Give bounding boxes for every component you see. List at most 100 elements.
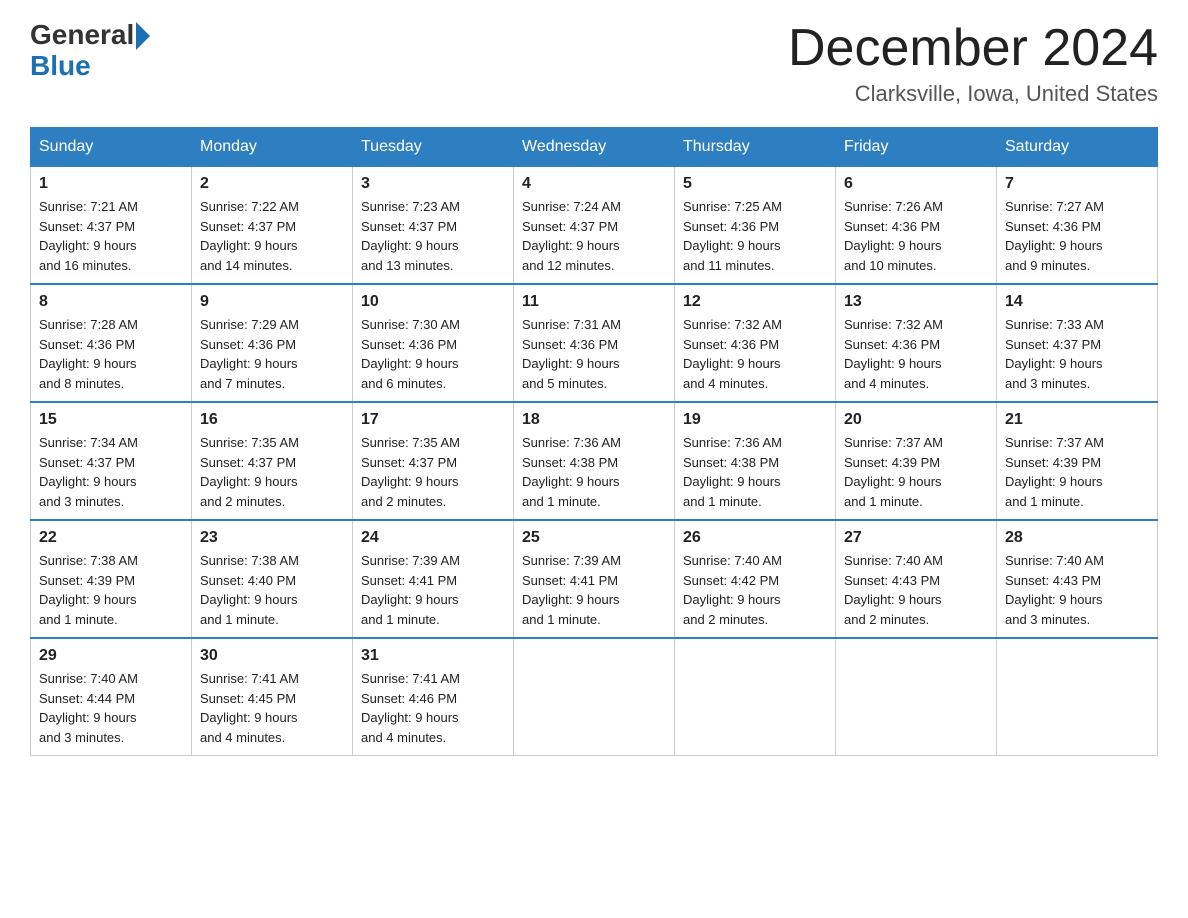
day-info: Sunrise: 7:37 AMSunset: 4:39 PMDaylight:…: [1005, 433, 1149, 511]
location-text: Clarksville, Iowa, United States: [788, 81, 1158, 107]
calendar-cell: 2 Sunrise: 7:22 AMSunset: 4:37 PMDayligh…: [192, 167, 353, 285]
col-monday: Monday: [192, 128, 353, 167]
day-info: Sunrise: 7:40 AMSunset: 4:44 PMDaylight:…: [39, 669, 183, 747]
day-number: 6: [844, 175, 988, 193]
calendar-row-2: 8 Sunrise: 7:28 AMSunset: 4:36 PMDayligh…: [31, 284, 1158, 402]
day-info: Sunrise: 7:26 AMSunset: 4:36 PMDaylight:…: [844, 197, 988, 275]
calendar-cell: 16 Sunrise: 7:35 AMSunset: 4:37 PMDaylig…: [192, 402, 353, 520]
day-number: 4: [522, 175, 666, 193]
day-info: Sunrise: 7:35 AMSunset: 4:37 PMDaylight:…: [200, 433, 344, 511]
calendar-cell: 13 Sunrise: 7:32 AMSunset: 4:36 PMDaylig…: [836, 284, 997, 402]
day-info: Sunrise: 7:24 AMSunset: 4:37 PMDaylight:…: [522, 197, 666, 275]
day-number: 22: [39, 529, 183, 547]
calendar-cell: 30 Sunrise: 7:41 AMSunset: 4:45 PMDaylig…: [192, 638, 353, 756]
day-info: Sunrise: 7:37 AMSunset: 4:39 PMDaylight:…: [844, 433, 988, 511]
calendar-cell: 22 Sunrise: 7:38 AMSunset: 4:39 PMDaylig…: [31, 520, 192, 638]
calendar-cell: 6 Sunrise: 7:26 AMSunset: 4:36 PMDayligh…: [836, 167, 997, 285]
col-saturday: Saturday: [997, 128, 1158, 167]
day-number: 11: [522, 293, 666, 311]
calendar-cell: 31 Sunrise: 7:41 AMSunset: 4:46 PMDaylig…: [353, 638, 514, 756]
day-number: 25: [522, 529, 666, 547]
day-number: 7: [1005, 175, 1149, 193]
day-number: 5: [683, 175, 827, 193]
day-info: Sunrise: 7:40 AMSunset: 4:43 PMDaylight:…: [1005, 551, 1149, 629]
day-number: 1: [39, 175, 183, 193]
logo: General Blue: [30, 20, 150, 80]
col-friday: Friday: [836, 128, 997, 167]
col-sunday: Sunday: [31, 128, 192, 167]
logo-blue-text: Blue: [30, 52, 150, 80]
calendar-cell: 24 Sunrise: 7:39 AMSunset: 4:41 PMDaylig…: [353, 520, 514, 638]
day-info: Sunrise: 7:25 AMSunset: 4:36 PMDaylight:…: [683, 197, 827, 275]
day-info: Sunrise: 7:28 AMSunset: 4:36 PMDaylight:…: [39, 315, 183, 393]
calendar-cell: 19 Sunrise: 7:36 AMSunset: 4:38 PMDaylig…: [675, 402, 836, 520]
col-tuesday: Tuesday: [353, 128, 514, 167]
day-number: 21: [1005, 411, 1149, 429]
calendar-cell: 11 Sunrise: 7:31 AMSunset: 4:36 PMDaylig…: [514, 284, 675, 402]
day-number: 18: [522, 411, 666, 429]
calendar-cell: 27 Sunrise: 7:40 AMSunset: 4:43 PMDaylig…: [836, 520, 997, 638]
calendar-cell: 25 Sunrise: 7:39 AMSunset: 4:41 PMDaylig…: [514, 520, 675, 638]
calendar-cell: 28 Sunrise: 7:40 AMSunset: 4:43 PMDaylig…: [997, 520, 1158, 638]
calendar-cell: 23 Sunrise: 7:38 AMSunset: 4:40 PMDaylig…: [192, 520, 353, 638]
calendar-cell: 21 Sunrise: 7:37 AMSunset: 4:39 PMDaylig…: [997, 402, 1158, 520]
day-info: Sunrise: 7:32 AMSunset: 4:36 PMDaylight:…: [683, 315, 827, 393]
calendar-cell: 17 Sunrise: 7:35 AMSunset: 4:37 PMDaylig…: [353, 402, 514, 520]
logo-general-text: General: [30, 21, 134, 49]
calendar-row-4: 22 Sunrise: 7:38 AMSunset: 4:39 PMDaylig…: [31, 520, 1158, 638]
calendar-cell: [675, 638, 836, 756]
day-info: Sunrise: 7:27 AMSunset: 4:36 PMDaylight:…: [1005, 197, 1149, 275]
calendar-cell: 9 Sunrise: 7:29 AMSunset: 4:36 PMDayligh…: [192, 284, 353, 402]
day-number: 3: [361, 175, 505, 193]
day-info: Sunrise: 7:38 AMSunset: 4:39 PMDaylight:…: [39, 551, 183, 629]
calendar-row-3: 15 Sunrise: 7:34 AMSunset: 4:37 PMDaylig…: [31, 402, 1158, 520]
calendar-cell: 14 Sunrise: 7:33 AMSunset: 4:37 PMDaylig…: [997, 284, 1158, 402]
day-number: 29: [39, 647, 183, 665]
calendar-cell: 15 Sunrise: 7:34 AMSunset: 4:37 PMDaylig…: [31, 402, 192, 520]
day-info: Sunrise: 7:22 AMSunset: 4:37 PMDaylight:…: [200, 197, 344, 275]
day-info: Sunrise: 7:31 AMSunset: 4:36 PMDaylight:…: [522, 315, 666, 393]
calendar-cell: 12 Sunrise: 7:32 AMSunset: 4:36 PMDaylig…: [675, 284, 836, 402]
day-info: Sunrise: 7:29 AMSunset: 4:36 PMDaylight:…: [200, 315, 344, 393]
logo-arrow-icon: [136, 22, 150, 50]
col-wednesday: Wednesday: [514, 128, 675, 167]
day-info: Sunrise: 7:39 AMSunset: 4:41 PMDaylight:…: [361, 551, 505, 629]
day-number: 8: [39, 293, 183, 311]
day-number: 24: [361, 529, 505, 547]
day-info: Sunrise: 7:41 AMSunset: 4:46 PMDaylight:…: [361, 669, 505, 747]
day-info: Sunrise: 7:36 AMSunset: 4:38 PMDaylight:…: [522, 433, 666, 511]
calendar-cell: 10 Sunrise: 7:30 AMSunset: 4:36 PMDaylig…: [353, 284, 514, 402]
day-number: 16: [200, 411, 344, 429]
day-number: 12: [683, 293, 827, 311]
day-number: 20: [844, 411, 988, 429]
calendar-cell: 8 Sunrise: 7:28 AMSunset: 4:36 PMDayligh…: [31, 284, 192, 402]
calendar-cell: 3 Sunrise: 7:23 AMSunset: 4:37 PMDayligh…: [353, 167, 514, 285]
day-info: Sunrise: 7:39 AMSunset: 4:41 PMDaylight:…: [522, 551, 666, 629]
day-info: Sunrise: 7:41 AMSunset: 4:45 PMDaylight:…: [200, 669, 344, 747]
day-info: Sunrise: 7:38 AMSunset: 4:40 PMDaylight:…: [200, 551, 344, 629]
day-info: Sunrise: 7:23 AMSunset: 4:37 PMDaylight:…: [361, 197, 505, 275]
col-thursday: Thursday: [675, 128, 836, 167]
calendar-cell: 20 Sunrise: 7:37 AMSunset: 4:39 PMDaylig…: [836, 402, 997, 520]
day-number: 23: [200, 529, 344, 547]
day-info: Sunrise: 7:36 AMSunset: 4:38 PMDaylight:…: [683, 433, 827, 511]
calendar-cell: 26 Sunrise: 7:40 AMSunset: 4:42 PMDaylig…: [675, 520, 836, 638]
day-info: Sunrise: 7:33 AMSunset: 4:37 PMDaylight:…: [1005, 315, 1149, 393]
day-number: 26: [683, 529, 827, 547]
page-header: General Blue December 2024 Clarksville, …: [30, 20, 1158, 107]
day-number: 30: [200, 647, 344, 665]
calendar-cell: 4 Sunrise: 7:24 AMSunset: 4:37 PMDayligh…: [514, 167, 675, 285]
calendar-row-1: 1 Sunrise: 7:21 AMSunset: 4:37 PMDayligh…: [31, 167, 1158, 285]
calendar-row-5: 29 Sunrise: 7:40 AMSunset: 4:44 PMDaylig…: [31, 638, 1158, 756]
day-info: Sunrise: 7:40 AMSunset: 4:43 PMDaylight:…: [844, 551, 988, 629]
calendar-cell: [514, 638, 675, 756]
day-info: Sunrise: 7:40 AMSunset: 4:42 PMDaylight:…: [683, 551, 827, 629]
day-number: 19: [683, 411, 827, 429]
calendar-cell: 1 Sunrise: 7:21 AMSunset: 4:37 PMDayligh…: [31, 167, 192, 285]
month-title: December 2024: [788, 20, 1158, 77]
day-info: Sunrise: 7:32 AMSunset: 4:36 PMDaylight:…: [844, 315, 988, 393]
day-number: 14: [1005, 293, 1149, 311]
day-info: Sunrise: 7:21 AMSunset: 4:37 PMDaylight:…: [39, 197, 183, 275]
day-number: 10: [361, 293, 505, 311]
header-row: Sunday Monday Tuesday Wednesday Thursday…: [31, 128, 1158, 167]
